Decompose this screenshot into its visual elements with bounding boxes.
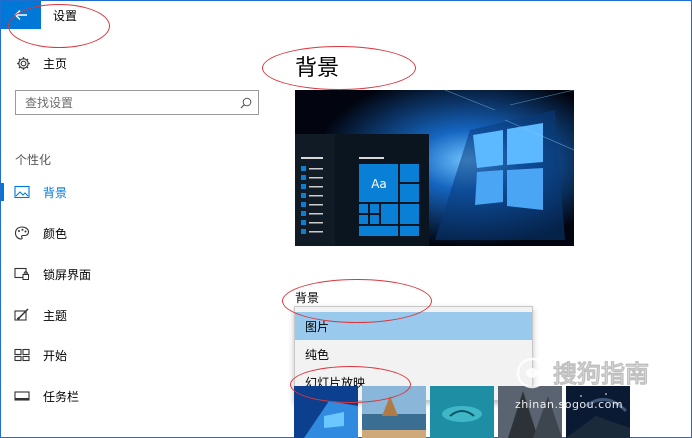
search-box[interactable]: 查找设置: [15, 90, 259, 115]
home-label: 主页: [43, 57, 68, 71]
desktop-preview-image: Aa: [295, 90, 574, 246]
sidebar-item-background[interactable]: 背景: [0, 180, 270, 204]
sidebar-item-label: 任务栏: [43, 390, 80, 404]
search-placeholder: 查找设置: [25, 96, 74, 110]
sidebar-item-themes[interactable]: 主题: [0, 303, 270, 327]
gear-icon: [17, 57, 30, 70]
preview-tile-text: Aa: [371, 177, 387, 191]
thumbnail-5[interactable]: [566, 386, 630, 438]
sidebar-item-label: 背景: [43, 186, 68, 200]
back-button[interactable]: [1, 1, 41, 29]
page-title: 背景: [295, 56, 340, 81]
home-link[interactable]: 主页: [16, 55, 67, 72]
section-label-personalization: 个性化: [15, 153, 52, 167]
palette-icon: [14, 226, 30, 240]
thumbnail-4[interactable]: [498, 386, 562, 438]
start-tiles-icon: [14, 348, 30, 362]
sidebar-item-label: 锁屏界面: [43, 268, 92, 282]
taskbar-icon: [14, 391, 30, 401]
active-indicator: [1, 183, 4, 201]
app-title: 设置: [53, 9, 78, 23]
option-label: 图片: [305, 320, 330, 334]
lockscreen-icon: [14, 267, 29, 280]
watermark-logo: 搜狗指南: [516, 357, 649, 388]
sidebar-item-colors[interactable]: 颜色: [0, 221, 270, 245]
sidebar-item-lockscreen[interactable]: 锁屏界面: [0, 262, 270, 286]
sidebar-item-label: 颜色: [43, 227, 68, 241]
background-preview: Aa: [295, 90, 574, 246]
thumbnail-1[interactable]: [294, 386, 358, 438]
watermark-text: zhinan.sogou.com: [515, 398, 624, 411]
option-label: 纯色: [305, 348, 330, 362]
thumbnail-3[interactable]: [430, 386, 494, 438]
sidebar-item-start[interactable]: 开始: [0, 343, 270, 367]
thumbnail-2[interactable]: [362, 386, 426, 438]
sidebar-item-label: 开始: [43, 349, 68, 363]
option-solid-color[interactable]: 纯色: [295, 340, 532, 368]
picture-icon: [14, 185, 30, 199]
watermark-logo-text: 搜狗指南: [553, 360, 649, 388]
search-icon[interactable]: [240, 97, 252, 109]
background-type-label: 背景: [295, 291, 320, 305]
theme-brush-icon: [14, 308, 29, 321]
option-picture[interactable]: 图片: [295, 312, 532, 340]
sidebar-item-label: 主题: [43, 309, 68, 323]
sidebar-item-taskbar[interactable]: 任务栏: [0, 384, 270, 408]
back-arrow-icon: [14, 10, 27, 20]
